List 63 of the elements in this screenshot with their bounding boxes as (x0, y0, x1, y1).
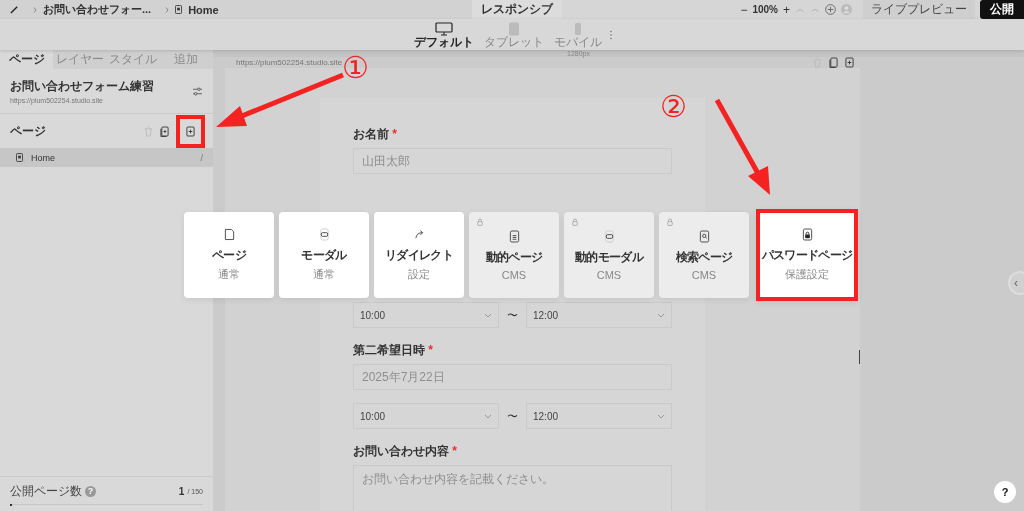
page-type-card[interactable]: 動的モーダル CMS (564, 212, 654, 298)
redirect-icon (413, 228, 425, 241)
add-page-icon[interactable] (845, 57, 854, 68)
duplicate-icon[interactable] (829, 57, 838, 68)
responsive-tab[interactable]: レスポンシブ (472, 0, 562, 19)
chevron-down-icon (657, 413, 665, 419)
time-select[interactable]: 12:00 (526, 403, 672, 429)
page-count: 1 (178, 486, 185, 497)
range-separator: 〜 (507, 307, 518, 323)
time-select[interactable]: 10:00 (353, 302, 499, 328)
field-label: お問い合わせ内容 * (353, 443, 458, 460)
section-title: ページ (10, 122, 47, 140)
page-list-item[interactable]: Home / (0, 148, 213, 167)
site-title: お問い合わせフォーム練習 (10, 78, 155, 95)
zoom-in-button[interactable]: + (783, 2, 790, 17)
document-icon (508, 229, 520, 243)
monitor-icon (435, 21, 453, 36)
modal-icon (603, 229, 615, 243)
sidebar-tab[interactable]: ページ (0, 50, 54, 69)
live-preview-button[interactable]: ライブプレビュー (863, 0, 975, 19)
page-icon (175, 5, 183, 14)
breadcrumb-item[interactable]: Home (188, 3, 219, 16)
settings-icon[interactable] (192, 86, 203, 96)
publish-button[interactable]: 公開 (980, 0, 1024, 19)
page-icon (223, 228, 235, 241)
page-url: https://plum502254.studio.site (236, 58, 343, 67)
chevron-down-icon (657, 312, 665, 318)
add-page-icon[interactable] (186, 125, 195, 137)
time-select[interactable]: 12:00 (526, 302, 672, 328)
chevron-icon (33, 6, 37, 13)
step-number: ② (660, 92, 687, 122)
pencil-icon[interactable] (10, 5, 19, 14)
range-separator: 〜 (507, 408, 518, 424)
page-type-card[interactable]: ページ 通常 (184, 212, 274, 298)
page-type-card[interactable]: パスワードページ 保護設定 (756, 209, 858, 301)
zoom-out-button[interactable]: − (740, 2, 748, 17)
page-type-card[interactable]: 検索ページ CMS (659, 212, 749, 298)
duplicate-icon[interactable] (160, 125, 169, 137)
lock-icon (572, 218, 578, 226)
field-label: 第二希望日時 * (353, 342, 434, 359)
page-type-card[interactable]: 動的ページ CMS (469, 212, 559, 298)
chevron-down-icon (484, 413, 492, 419)
chevron-down-icon (484, 312, 492, 318)
breadcrumb-item[interactable]: お問い合わせフォー... (43, 2, 152, 17)
add-member-icon[interactable] (825, 4, 836, 15)
device-tab[interactable]: デフォルト (412, 20, 476, 49)
locked-page-icon (801, 228, 813, 241)
collapse-button[interactable]: ‹ (1008, 271, 1024, 295)
zoom-level: 100% (752, 4, 778, 15)
page-type-card[interactable]: モーダル 通常 (279, 212, 369, 298)
modal-icon (318, 228, 330, 241)
published-pages-label: 公開ページ数 (10, 483, 82, 500)
field-label: お名前 * (353, 126, 398, 143)
chevron-icon (165, 6, 170, 13)
lock-icon (667, 218, 673, 226)
step-number: ① (342, 53, 369, 83)
help-button[interactable]: ? (994, 481, 1016, 503)
time-select[interactable]: 10:00 (353, 403, 499, 429)
page-type-card[interactable]: リダイレクト 設定 (374, 212, 464, 298)
text-cursor (859, 350, 860, 364)
lock-icon (477, 218, 483, 226)
page-icon (16, 153, 23, 162)
search-icon (698, 229, 710, 243)
